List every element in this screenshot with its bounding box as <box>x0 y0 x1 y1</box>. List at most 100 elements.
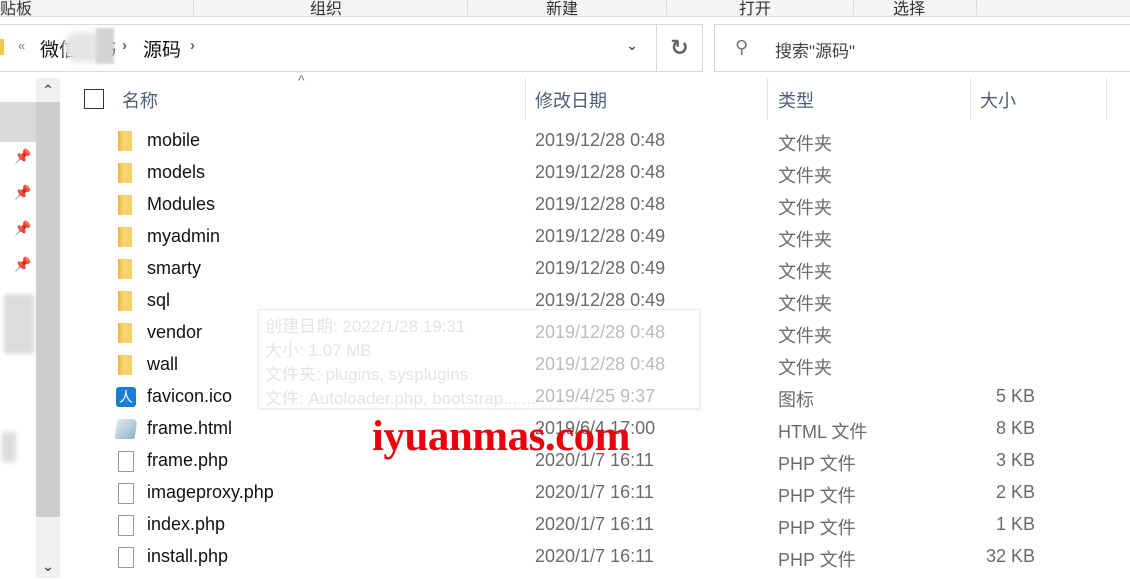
file-type: PHP 文件 <box>778 486 856 506</box>
refresh-icon: ↻ <box>670 35 689 60</box>
file-name: install.php <box>147 546 229 566</box>
redaction-blur <box>96 28 114 64</box>
file-date: 2020/1/7 16:11 <box>535 546 654 566</box>
folder-icon <box>118 291 132 311</box>
file-date: 2020/1/7 16:11 <box>535 514 654 534</box>
refresh-button[interactable]: ↻ <box>656 24 703 72</box>
column-date-modified[interactable]: 修改日期 <box>535 87 607 113</box>
pin-icon[interactable]: 📌 <box>14 148 31 165</box>
file-type: 文件夹 <box>778 230 832 250</box>
file-date: 2019/12/28 0:48 <box>535 162 666 182</box>
address-history-chevron-down-icon[interactable]: ⌄ <box>626 37 638 54</box>
file-icon <box>118 451 134 472</box>
folder-icon <box>118 355 132 375</box>
ribbon-divider <box>666 0 667 15</box>
column-divider[interactable] <box>970 78 971 120</box>
column-header: ^ 名称 修改日期 类型 大小 <box>70 72 1130 122</box>
file-icon <box>118 547 134 568</box>
ribbon-divider <box>467 0 468 15</box>
pin-icon[interactable]: 📌 <box>14 220 31 237</box>
file-row[interactable]: imageproxy.php 2020/1/7 16:11 PHP 文件 2 K… <box>70 477 1130 509</box>
scroll-down-chevron-down-icon[interactable]: ⌄ <box>36 554 60 578</box>
search-placeholder: 搜索"源码" <box>775 42 856 61</box>
file-name: sql <box>147 290 171 310</box>
redaction-blur <box>2 432 16 462</box>
scrollbar-thumb[interactable] <box>36 102 60 517</box>
overflow-chevron-icon[interactable]: « <box>18 38 25 53</box>
file-type: 文件夹 <box>778 294 832 314</box>
file-row[interactable]: models 2019/12/28 0:48 文件夹 <box>70 157 1130 189</box>
breadcrumb-separator-icon[interactable]: › <box>190 37 195 54</box>
redaction-blur <box>4 294 34 354</box>
file-row[interactable]: install.php 2020/1/7 16:11 PHP 文件 32 KB <box>70 541 1130 573</box>
ribbon-group-labels: 贴板 组织 新建 打开 选择 <box>0 0 1130 18</box>
file-name: wall <box>147 354 179 374</box>
file-row[interactable]: Modules 2019/12/28 0:48 文件夹 <box>70 189 1130 221</box>
ribbon-group-new: 新建 <box>546 1 579 18</box>
file-type: 文件夹 <box>778 198 832 218</box>
file-size: 3 KB <box>995 450 1035 470</box>
column-size[interactable]: 大小 <box>980 87 1016 113</box>
file-size: 1 KB <box>995 514 1035 534</box>
nav-scrollbar[interactable]: ⌃ ⌄ <box>36 78 60 578</box>
file-size: 32 KB <box>985 546 1035 566</box>
search-input[interactable]: ⚲ 搜索"源码" <box>714 24 1130 72</box>
watermark-text: iyuanmas.com <box>372 413 630 460</box>
ribbon-divider <box>976 0 977 15</box>
html-file-icon <box>114 419 138 439</box>
file-type: 文件夹 <box>778 166 832 186</box>
pin-icon[interactable]: 📌 <box>14 184 31 201</box>
file-type: 文件夹 <box>778 134 832 154</box>
file-icon <box>118 483 134 504</box>
file-name: index.php <box>147 514 226 534</box>
scroll-up-chevron-up-icon[interactable]: ⌃ <box>36 78 60 102</box>
folder-icon <box>118 259 132 279</box>
file-row[interactable]: index.php 2020/1/7 16:11 PHP 文件 1 KB <box>70 509 1130 541</box>
breadcrumb-item-current[interactable]: 源码 <box>143 35 181 62</box>
column-divider[interactable] <box>1106 78 1107 120</box>
ribbon-divider <box>853 0 854 15</box>
column-divider[interactable] <box>525 78 526 120</box>
file-row[interactable]: mobile 2019/12/28 0:48 文件夹 <box>70 125 1130 157</box>
file-name: mobile <box>147 130 201 150</box>
pin-icon[interactable]: 📌 <box>14 256 31 273</box>
file-name: myadmin <box>147 226 221 246</box>
select-all-checkbox[interactable] <box>84 89 104 109</box>
breadcrumb-separator-icon[interactable]: › <box>122 37 127 54</box>
ribbon-group-select: 选择 <box>893 1 926 18</box>
column-name[interactable]: 名称 <box>122 87 158 113</box>
file-type: 文件夹 <box>778 326 832 346</box>
tooltip-size: 大小: 1.07 MB <box>265 341 372 360</box>
column-type[interactable]: 类型 <box>778 87 814 113</box>
folder-icon <box>118 195 132 215</box>
file-name: imageproxy.php <box>147 482 274 502</box>
file-date: 2019/12/28 0:49 <box>535 290 666 310</box>
file-name: frame.php <box>147 450 229 470</box>
ribbon-divider <box>193 0 194 15</box>
tooltip-created-date: 创建日期: 2022/1/28 19:31 <box>265 317 466 336</box>
nav-item-selected[interactable] <box>0 102 36 142</box>
file-type: PHP 文件 <box>778 518 856 538</box>
file-date: 2019/12/28 0:49 <box>535 226 666 246</box>
favicon-icon: 人 <box>116 387 136 407</box>
file-row[interactable]: smarty 2019/12/28 0:49 文件夹 <box>70 253 1130 285</box>
navigation-pane: 📌 📌 📌 📌 <box>0 72 36 580</box>
ribbon-group-clipboard: 贴板 <box>0 1 33 18</box>
file-row[interactable]: myadmin 2019/12/28 0:49 文件夹 <box>70 221 1130 253</box>
file-name: smarty <box>147 258 201 278</box>
file-name: favicon.ico <box>147 386 233 406</box>
search-icon: ⚲ <box>735 37 749 57</box>
file-size: 5 KB <box>995 386 1035 406</box>
file-date: 2019/12/28 0:49 <box>535 258 666 278</box>
folder-icon <box>118 131 132 151</box>
file-icon <box>118 515 134 536</box>
file-type: 文件夹 <box>778 358 832 378</box>
file-name: vendor <box>147 322 203 342</box>
folder-icon <box>0 39 4 55</box>
folder-icon <box>118 227 132 247</box>
ribbon-group-open: 打开 <box>739 1 772 18</box>
column-divider[interactable] <box>767 78 768 120</box>
file-size: 2 KB <box>995 482 1035 502</box>
file-date: 2020/1/7 16:11 <box>535 482 654 502</box>
tooltip-folders: 文件夹: plugins, sysplugins <box>265 365 469 384</box>
